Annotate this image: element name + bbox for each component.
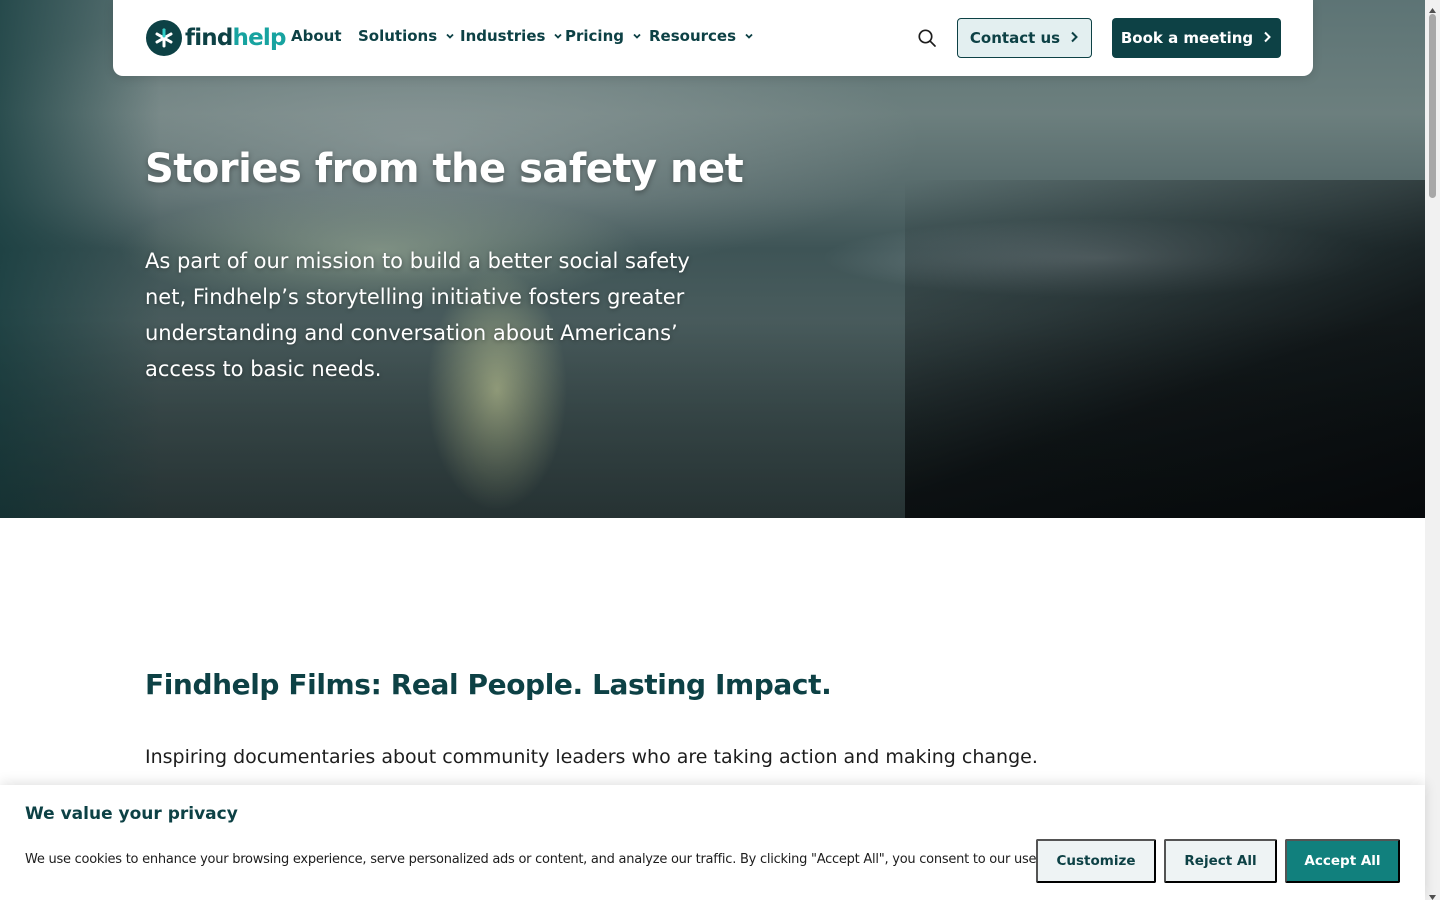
nav-item-label: Solutions (358, 27, 438, 45)
nav-item-label: Industries (460, 27, 546, 45)
chevron-down-icon (632, 31, 642, 41)
cookie-consent-banner: We value your privacy We use cookies to … (0, 785, 1425, 900)
films-section-title: Findhelp Films: Real People. Lasting Imp… (145, 668, 832, 701)
chevron-down-icon (744, 31, 754, 41)
customize-cookies-button[interactable]: Customize (1036, 839, 1156, 883)
chevron-right-icon (1070, 29, 1079, 47)
reject-all-cookies-button[interactable]: Reject All (1164, 839, 1277, 883)
hero-description: As part of our mission to build a better… (145, 249, 690, 381)
scroll-down-arrow-icon[interactable] (1428, 889, 1437, 900)
logo-text-help: help (232, 25, 287, 51)
logo-text-find: find (185, 25, 233, 51)
logo-asterisk-icon (146, 20, 182, 56)
contact-us-label: Contact us (969, 29, 1061, 47)
chevron-right-icon (1263, 29, 1272, 47)
search-icon[interactable] (917, 28, 937, 48)
hero-title: Stories from the safety net (145, 146, 744, 192)
accept-all-cookies-button[interactable]: Accept All (1285, 839, 1400, 883)
book-meeting-button[interactable]: Book a meeting (1112, 18, 1281, 58)
nav-item-solutions[interactable]: Solutions (358, 27, 455, 45)
scrollbar-thumb[interactable] (1429, 14, 1436, 198)
cookie-banner-text: We use cookies to enhance your browsing … (25, 852, 1108, 867)
films-section-description: Inspiring documentaries about community … (145, 746, 1038, 768)
nav-item-about[interactable]: About (291, 27, 342, 45)
nav-item-resources[interactable]: Resources (649, 27, 754, 45)
logo-wordmark: findhelp (185, 25, 286, 51)
scroll-up-arrow-icon[interactable] (1428, 2, 1437, 13)
chevron-down-icon (553, 31, 563, 41)
top-navigation: findhelp About Solutions Industries Pric… (113, 0, 1313, 76)
hero-section: Stories from the safety net As part of o… (0, 0, 1425, 518)
nav-item-label: Pricing (565, 27, 624, 45)
nav-item-label: About (291, 27, 342, 45)
contact-us-button[interactable]: Contact us (957, 18, 1092, 58)
cookie-banner-title: We value your privacy (25, 804, 238, 824)
chevron-down-icon (445, 31, 455, 41)
nav-item-label: Resources (649, 27, 737, 45)
nav-item-pricing[interactable]: Pricing (565, 27, 642, 45)
book-meeting-label: Book a meeting (1120, 29, 1254, 47)
page-scrollbar[interactable] (1425, 0, 1440, 900)
findhelp-logo[interactable]: findhelp (146, 19, 286, 57)
nav-item-industries[interactable]: Industries (460, 27, 563, 45)
